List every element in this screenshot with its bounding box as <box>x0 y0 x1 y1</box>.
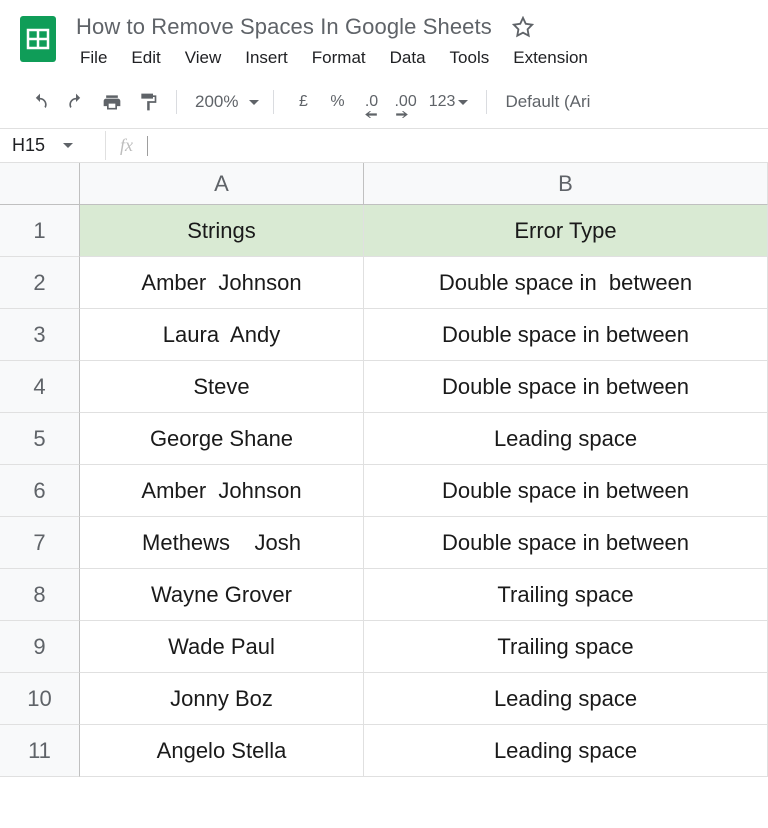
print-button[interactable] <box>96 86 128 118</box>
cell[interactable]: Trailing space <box>364 569 768 621</box>
print-icon <box>102 92 122 112</box>
column-header-a[interactable]: A <box>80 163 364 205</box>
cell[interactable]: Amber Johnson <box>80 257 364 309</box>
row-header[interactable]: 5 <box>0 413 80 465</box>
chevron-down-icon <box>63 143 73 148</box>
font-dropdown[interactable]: Default (Ari <box>499 92 590 112</box>
menu-data[interactable]: Data <box>380 44 436 72</box>
cell[interactable]: Jonny Boz <box>80 673 364 725</box>
decrease-decimals-button[interactable]: .0 <box>356 86 386 118</box>
zoom-value: 200% <box>191 92 242 112</box>
row-header[interactable]: 2 <box>0 257 80 309</box>
row-header[interactable]: 10 <box>0 673 80 725</box>
paint-format-button[interactable] <box>132 86 164 118</box>
row-header[interactable]: 11 <box>0 725 80 777</box>
row-header[interactable]: 6 <box>0 465 80 517</box>
formula-input[interactable] <box>148 132 768 160</box>
cell[interactable]: Amber Johnson <box>80 465 364 517</box>
name-box-value: H15 <box>12 135 45 156</box>
zoom-dropdown[interactable]: 200% <box>189 92 261 112</box>
cell[interactable]: Double space in between <box>364 361 768 413</box>
cell[interactable]: George Shane <box>80 413 364 465</box>
menu-file[interactable]: File <box>70 44 117 72</box>
dec-dec-label: .0 <box>365 93 378 110</box>
arrow-left-icon <box>365 111 377 118</box>
menu-insert[interactable]: Insert <box>235 44 298 72</box>
sheets-icon <box>16 10 60 68</box>
fx-icon: fx <box>106 135 147 156</box>
cell[interactable]: Steve <box>80 361 364 413</box>
cell[interactable]: Wayne Grover <box>80 569 364 621</box>
menu-view[interactable]: View <box>175 44 232 72</box>
sheets-logo[interactable] <box>16 10 60 68</box>
column-header-b[interactable]: B <box>364 163 768 205</box>
row-header[interactable]: 1 <box>0 205 80 257</box>
number-format-group: £ % .0 .00 123 <box>286 86 474 118</box>
app-header: How to Remove Spaces In Google Sheets Fi… <box>0 0 768 72</box>
paint-roller-icon <box>138 92 158 112</box>
cell[interactable]: Angelo Stella <box>80 725 364 777</box>
cell[interactable]: Error Type <box>364 205 768 257</box>
cell[interactable]: Double space in between <box>364 257 768 309</box>
row-header[interactable]: 3 <box>0 309 80 361</box>
separator <box>273 90 274 114</box>
undo-icon <box>30 92 50 112</box>
increase-decimals-button[interactable]: .00 <box>390 86 420 118</box>
chevron-down-icon <box>249 100 259 105</box>
cell[interactable]: Double space in between <box>364 309 768 361</box>
cell[interactable]: Double space in between <box>364 517 768 569</box>
separator <box>176 90 177 114</box>
cell[interactable]: Leading space <box>364 413 768 465</box>
spreadsheet-grid[interactable]: A B 1StringsError Type2Amber JohnsonDoub… <box>0 163 768 777</box>
menu-format[interactable]: Format <box>302 44 376 72</box>
currency-button[interactable]: £ <box>288 86 318 118</box>
menu-extensions[interactable]: Extension <box>503 44 598 72</box>
redo-button[interactable] <box>60 86 92 118</box>
row-header[interactable]: 9 <box>0 621 80 673</box>
cell[interactable]: Methews Josh <box>80 517 364 569</box>
formula-bar: H15 fx <box>0 129 768 163</box>
cell[interactable]: Trailing space <box>364 621 768 673</box>
inc-dec-label: .00 <box>394 93 416 110</box>
cell[interactable]: Leading space <box>364 673 768 725</box>
row-header[interactable]: 7 <box>0 517 80 569</box>
arrow-right-icon <box>396 111 408 118</box>
redo-icon <box>66 92 86 112</box>
name-box[interactable]: H15 <box>6 131 106 160</box>
menu-tools[interactable]: Tools <box>440 44 500 72</box>
undo-button[interactable] <box>24 86 56 118</box>
cell[interactable]: Leading space <box>364 725 768 777</box>
toolbar: 200% £ % .0 .00 123 Default (Ari <box>0 78 768 129</box>
menu-edit[interactable]: Edit <box>121 44 170 72</box>
cell[interactable]: Laura Andy <box>80 309 364 361</box>
cell[interactable]: Double space in between <box>364 465 768 517</box>
star-icon[interactable] <box>512 16 534 38</box>
menu-bar: File Edit View Insert Format Data Tools … <box>70 44 752 72</box>
more-formats-label: 123 <box>429 93 456 111</box>
cell[interactable]: Wade Paul <box>80 621 364 673</box>
row-header[interactable]: 8 <box>0 569 80 621</box>
percent-button[interactable]: % <box>322 86 352 118</box>
more-formats-button[interactable]: 123 <box>425 86 473 118</box>
cell[interactable]: Strings <box>80 205 364 257</box>
row-header[interactable]: 4 <box>0 361 80 413</box>
document-title[interactable]: How to Remove Spaces In Google Sheets <box>70 12 498 42</box>
chevron-down-icon <box>458 100 468 105</box>
title-area: How to Remove Spaces In Google Sheets Fi… <box>70 10 752 72</box>
select-all-corner[interactable] <box>0 163 80 205</box>
separator <box>486 90 487 114</box>
